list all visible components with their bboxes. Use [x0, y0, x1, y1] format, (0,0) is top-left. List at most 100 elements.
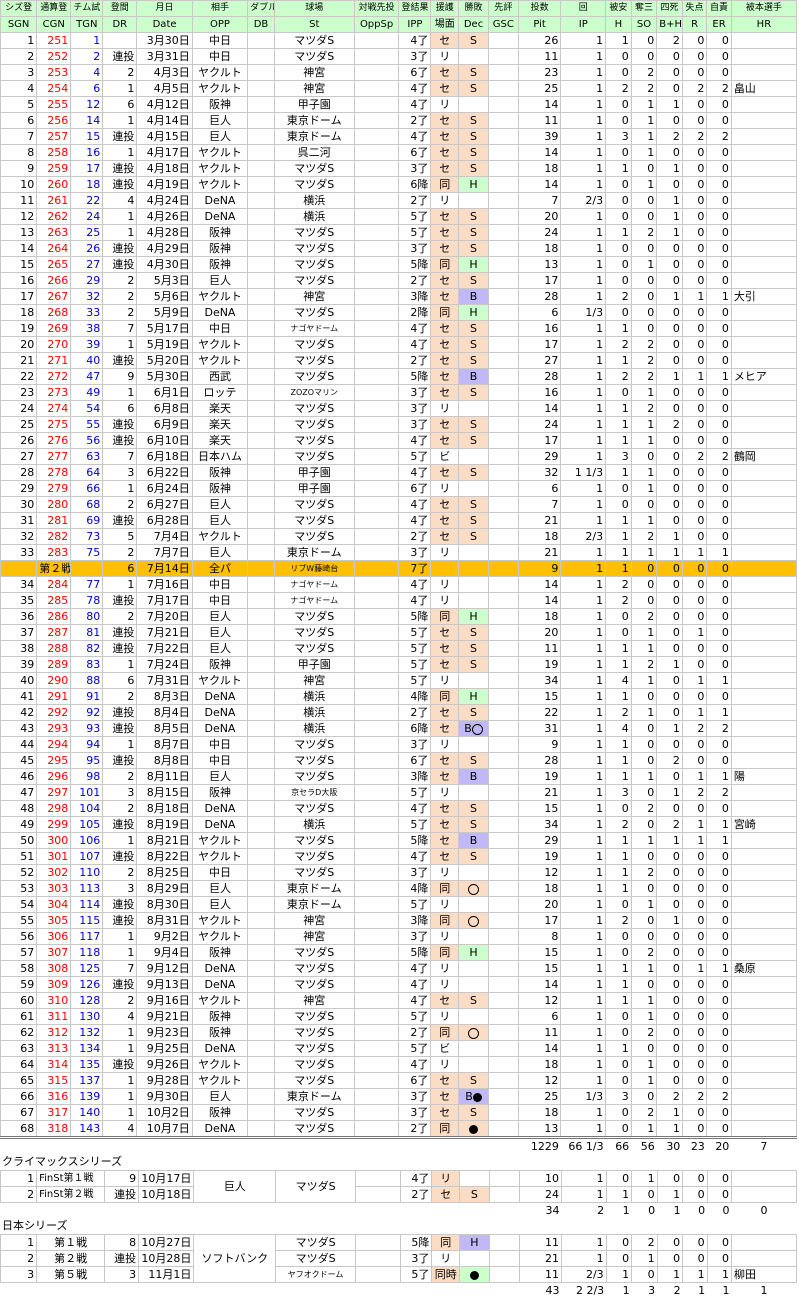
tgn-cell: 63: [71, 449, 103, 465]
pitches-cell: 15: [518, 961, 561, 977]
stadium-cell: マツダS: [274, 417, 354, 433]
er-cell: 0: [707, 465, 732, 481]
ip-cell: 1: [561, 945, 606, 961]
date-cell: 4月5日: [137, 81, 192, 97]
ipp-cell: 2降: [399, 305, 431, 321]
ip-cell: 1: [561, 753, 606, 769]
tgn-cell: 12: [71, 97, 103, 113]
so-cell: 1: [631, 177, 657, 193]
so-cell: 0: [631, 817, 657, 833]
sgn-cell: 55: [1, 913, 37, 929]
runs-cell: 0: [682, 385, 707, 401]
hr-batter-cell: [731, 1073, 796, 1089]
pitches-cell: 11: [519, 1267, 562, 1283]
opp-sp-cell: [354, 673, 399, 689]
table-row: 4829810428月18日DeNAマツダS4了セS15102000: [1, 801, 797, 817]
sgn-cell: 49: [1, 817, 37, 833]
opp-sp-cell: [354, 737, 399, 753]
dr-cell: 連投: [103, 753, 137, 769]
er-cell: 0: [707, 497, 732, 513]
date-cell: 6月27日: [137, 497, 192, 513]
cgn-cell: 254: [37, 81, 71, 97]
so-cell: 0: [631, 289, 657, 305]
tgn-cell: [71, 561, 103, 577]
hits-cell: 1: [606, 769, 632, 785]
dr-cell: 連投: [103, 625, 137, 641]
header-cell: 先評: [488, 1, 518, 17]
hits-cell: 0: [606, 1057, 632, 1073]
so-cell: 0: [631, 577, 657, 593]
opp-cell: ヤクルト: [192, 177, 247, 193]
date-cell: 7月17日: [137, 593, 192, 609]
situation-cell: [431, 561, 459, 577]
sgn-cell: 23: [1, 385, 37, 401]
pitches-cell: 28: [518, 369, 561, 385]
date-cell: 8月5日: [137, 721, 192, 737]
opp-sp-cell: [355, 1251, 400, 1267]
bb-cell: 2: [657, 417, 683, 433]
opp-cell: ロッテ: [192, 385, 247, 401]
db-cell: [248, 49, 275, 65]
decision-cell: [459, 193, 489, 209]
opp-sp-cell: [354, 321, 399, 337]
stadium-cell: マツダS: [274, 497, 354, 513]
runs-cell: 0: [682, 577, 707, 593]
opp-sp-cell: [354, 657, 399, 673]
opp-cell: ヤクルト: [192, 289, 247, 305]
total-cell: 66: [606, 1138, 632, 1155]
er-cell: 1: [707, 289, 732, 305]
date-cell: 9月30日: [137, 1089, 192, 1105]
tgn-cell: 128: [71, 993, 103, 1009]
totals-spacer: [1, 1283, 520, 1298]
total-cell: 0: [732, 1203, 797, 1219]
stadium-cell: 東京ドーム: [274, 1089, 354, 1105]
date-cell: 7月4日: [137, 529, 192, 545]
pitches-cell: 14: [518, 577, 561, 593]
hr-batter-cell: [731, 833, 796, 849]
total-cell: 0: [707, 1203, 731, 1219]
opp-sp-cell: [354, 145, 399, 161]
opp-cell: DeNA: [192, 705, 247, 721]
ip-cell: 1: [561, 913, 606, 929]
dr-cell: 9: [103, 369, 137, 385]
total-cell: 23: [682, 1138, 707, 1155]
gsc-cell: [488, 369, 518, 385]
runs-cell: 0: [683, 1251, 707, 1267]
sgn-cell: 1: [1, 33, 37, 49]
er-cell: 0: [707, 161, 732, 177]
runs-cell: 0: [682, 1057, 707, 1073]
ip-cell: 1: [561, 113, 606, 129]
cgn-cell: 287: [37, 625, 71, 641]
opp-cell: 阪神: [192, 785, 247, 801]
runs-cell: 0: [682, 65, 707, 81]
gsc-cell: [488, 33, 518, 49]
dr-cell: 3: [103, 881, 137, 897]
er-cell: 0: [707, 881, 732, 897]
situation-cell: 同: [431, 609, 459, 625]
cgn-cell: 284: [37, 577, 71, 593]
hits-cell: 1: [606, 961, 632, 977]
bb-cell: 2: [657, 33, 683, 49]
situation-cell: セ: [431, 497, 459, 513]
gsc-cell: [488, 417, 518, 433]
pitches-cell: 14: [518, 593, 561, 609]
sgn-cell: 44: [1, 737, 37, 753]
pitches-cell: 11: [518, 641, 561, 657]
hr-batter-cell: [731, 513, 796, 529]
ip-cell: 1: [561, 273, 606, 289]
bb-cell: 1: [657, 913, 683, 929]
stadium-cell: マツダS: [274, 305, 354, 321]
decision-cell: [459, 1009, 489, 1025]
db-cell: [248, 97, 275, 113]
ip-cell: 1: [561, 545, 606, 561]
er-cell: 0: [707, 1105, 732, 1121]
cgn-cell: 310: [37, 993, 71, 1009]
cgn-cell: 283: [37, 545, 71, 561]
total-cell: 56: [631, 1138, 657, 1155]
er-cell: 0: [707, 65, 732, 81]
hr-batter-cell: [731, 1041, 796, 1057]
opp-cell: ヤクルト: [192, 65, 247, 81]
bb-cell: 0: [657, 561, 683, 577]
db-cell: [248, 913, 275, 929]
tgn-cell: 32: [71, 289, 103, 305]
